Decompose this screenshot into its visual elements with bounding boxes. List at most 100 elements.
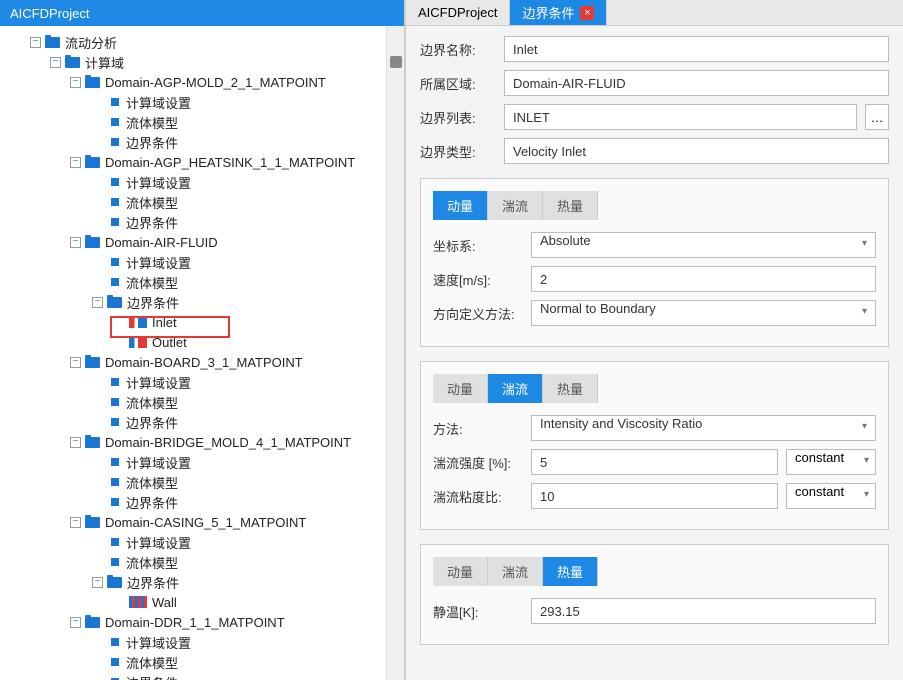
subtab-momentum[interactable]: 动量 [433, 374, 488, 403]
tree-item[interactable]: ·流体模型 [0, 472, 404, 492]
speed-label: 速度[m/s]: [433, 270, 523, 289]
tree-node-domain[interactable]: −Domain-CASING_5_1_MATPOINT [0, 512, 404, 532]
outlet-icon [129, 336, 147, 348]
project-tree-panel: AICFDProject − 流动分析 − 计算域 −Domain-AGP-MO… [0, 0, 405, 680]
collapse-icon[interactable]: − [50, 57, 61, 68]
subtab-heat[interactable]: 热量 [543, 191, 598, 220]
item-icon [111, 198, 119, 206]
static-temp-input[interactable] [531, 598, 876, 624]
subtab-turbulence[interactable]: 湍流 [488, 374, 543, 403]
tree-item[interactable]: ·流体模型 [0, 392, 404, 412]
tree-node-root[interactable]: − 流动分析 [0, 32, 404, 52]
subtab-heat[interactable]: 热量 [543, 557, 598, 586]
item-icon [111, 478, 119, 486]
tree-item[interactable]: ·计算域设置 [0, 372, 404, 392]
folder-icon [107, 297, 122, 308]
tree-item[interactable]: ·流体模型 [0, 192, 404, 212]
region-input[interactable] [504, 70, 889, 96]
direction-select[interactable]: Normal to Boundary [531, 300, 876, 326]
tree-item[interactable]: ·流体模型 [0, 272, 404, 292]
tree-item[interactable]: ·计算域设置 [0, 172, 404, 192]
subtab-turbulence[interactable]: 湍流 [488, 191, 543, 220]
boundary-name-label: 边界名称: [420, 40, 496, 59]
turb-method-select[interactable]: Intensity and Viscosity Ratio [531, 415, 876, 441]
close-icon[interactable]: × [580, 6, 594, 20]
tab-boundary-condition[interactable]: 边界条件 × [510, 0, 607, 25]
tree-bc-outlet[interactable]: ·Outlet [0, 332, 404, 352]
left-panel-title: AICFDProject [0, 0, 404, 26]
tree-item[interactable]: ·边界条件 [0, 212, 404, 232]
boundary-list-button[interactable]: … [865, 104, 889, 130]
tab-bar: AICFDProject 边界条件 × [406, 0, 903, 26]
turbulence-section: 动量 湍流 热量 方法: Intensity and Viscosity Rat… [420, 361, 889, 530]
collapse-icon[interactable]: − [70, 357, 81, 368]
tree-node-compute-domain[interactable]: − 计算域 [0, 52, 404, 72]
folder-icon [85, 617, 100, 628]
collapse-icon[interactable]: − [92, 577, 103, 588]
item-icon [111, 538, 119, 546]
folder-icon [85, 437, 100, 448]
folder-icon [85, 77, 100, 88]
tab-project[interactable]: AICFDProject [406, 0, 510, 25]
collapse-icon[interactable]: − [30, 37, 41, 48]
item-icon [111, 258, 119, 266]
tree-item[interactable]: ·边界条件 [0, 132, 404, 152]
speed-input[interactable] [531, 266, 876, 292]
boundary-list-input[interactable] [504, 104, 857, 130]
tree-item[interactable]: ·边界条件 [0, 412, 404, 432]
collapse-icon[interactable]: − [70, 157, 81, 168]
tree-bc-inlet[interactable]: ·Inlet [0, 312, 404, 332]
collapse-icon[interactable]: − [92, 297, 103, 308]
folder-icon [107, 577, 122, 588]
inlet-icon [129, 316, 147, 328]
tree-item[interactable]: ·流体模型 [0, 112, 404, 132]
momentum-section: 动量 湍流 热量 坐标系: Absolute 速度[m/s]: 方向定义方法: … [420, 178, 889, 347]
turb-viscosity-mode[interactable]: constant [786, 483, 876, 509]
turb-viscosity-input[interactable] [531, 483, 778, 509]
tree-item[interactable]: ·计算域设置 [0, 532, 404, 552]
tree-node-domain[interactable]: −Domain-DDR_1_1_MATPOINT [0, 612, 404, 632]
vertical-scrollbar[interactable] [386, 26, 404, 680]
subtab-heat[interactable]: 热量 [543, 374, 598, 403]
subtab-momentum[interactable]: 动量 [433, 557, 488, 586]
subtab-momentum[interactable]: 动量 [433, 191, 488, 220]
folder-icon [45, 37, 60, 48]
tree-bc-wall[interactable]: ·Wall [0, 592, 404, 612]
tree-node-domain[interactable]: −Domain-BRIDGE_MOLD_4_1_MATPOINT [0, 432, 404, 452]
tree-container: − 流动分析 − 计算域 −Domain-AGP-MOLD_2_1_MATPOI… [0, 26, 404, 680]
tree-item[interactable]: ·边界条件 [0, 492, 404, 512]
item-icon [111, 218, 119, 226]
boundary-name-input[interactable] [504, 36, 889, 62]
boundary-type-label: 边界类型: [420, 142, 496, 161]
subtab-turbulence[interactable]: 湍流 [488, 557, 543, 586]
tree-item[interactable]: ·计算域设置 [0, 252, 404, 272]
tree-node-domain[interactable]: −Domain-AIR-FLUID [0, 232, 404, 252]
coord-select[interactable]: Absolute [531, 232, 876, 258]
item-icon [111, 118, 119, 126]
turb-method-label: 方法: [433, 419, 523, 438]
item-icon [111, 178, 119, 186]
tree-item[interactable]: ·计算域设置 [0, 92, 404, 112]
turb-intensity-input[interactable] [531, 449, 778, 475]
tree-node-domain[interactable]: −Domain-BOARD_3_1_MATPOINT [0, 352, 404, 372]
tree-node-bc[interactable]: −边界条件 [0, 572, 404, 592]
tree-node-domain[interactable]: −Domain-AGP_HEATSINK_1_1_MATPOINT [0, 152, 404, 172]
tree-node-bc[interactable]: −边界条件 [0, 292, 404, 312]
turb-viscosity-label: 湍流粘度比: [433, 487, 523, 506]
turb-intensity-mode[interactable]: constant [786, 449, 876, 475]
collapse-icon[interactable]: − [70, 77, 81, 88]
collapse-icon[interactable]: − [70, 617, 81, 628]
tree-node-domain[interactable]: −Domain-AGP-MOLD_2_1_MATPOINT [0, 72, 404, 92]
tree-item[interactable]: ·边界条件 [0, 672, 404, 680]
tree-item[interactable]: ·计算域设置 [0, 632, 404, 652]
item-icon [111, 278, 119, 286]
collapse-icon[interactable]: − [70, 437, 81, 448]
heat-section: 动量 湍流 热量 静温[K]: [420, 544, 889, 645]
collapse-icon[interactable]: − [70, 237, 81, 248]
tree-item[interactable]: ·流体模型 [0, 652, 404, 672]
boundary-type-input[interactable] [504, 138, 889, 164]
item-icon [111, 138, 119, 146]
collapse-icon[interactable]: − [70, 517, 81, 528]
tree-item[interactable]: ·计算域设置 [0, 452, 404, 472]
tree-item[interactable]: ·流体模型 [0, 552, 404, 572]
